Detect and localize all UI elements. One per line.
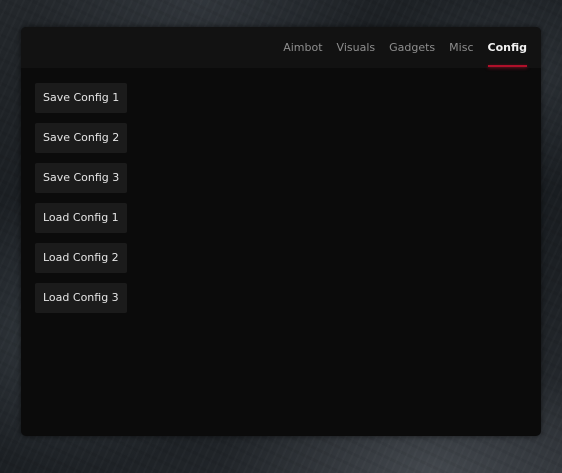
tab-list: Aimbot Visuals Gadgets Misc Config <box>269 27 527 68</box>
tab-config-label: Config <box>487 41 528 54</box>
load-config-3-button[interactable]: Load Config 3 <box>35 283 127 313</box>
save-config-2-wrap: Save Config 2 <box>35 123 128 163</box>
tab-visuals[interactable]: Visuals <box>337 27 376 54</box>
tab-aimbot[interactable]: Aimbot <box>283 27 322 54</box>
active-tab-indicator <box>487 65 527 67</box>
load-config-1-wrap: Load Config 1 <box>35 203 127 243</box>
tab-config[interactable]: Config <box>487 27 528 67</box>
save-config-1-wrap: Save Config 1 <box>35 83 128 123</box>
load-config-3-wrap: Load Config 3 <box>35 283 127 323</box>
load-config-1-button[interactable]: Load Config 1 <box>35 203 127 233</box>
tab-misc[interactable]: Misc <box>449 27 473 54</box>
save-config-1-button[interactable]: Save Config 1 <box>35 83 128 113</box>
save-config-3-wrap: Save Config 3 <box>35 163 128 203</box>
config-panel: Save Config 1 Save Config 2 Save Config … <box>35 83 128 323</box>
tab-gadgets[interactable]: Gadgets <box>389 27 435 54</box>
tab-bar: Aimbot Visuals Gadgets Misc Config <box>21 27 541 68</box>
save-config-2-button[interactable]: Save Config 2 <box>35 123 128 153</box>
save-config-3-button[interactable]: Save Config 3 <box>35 163 128 193</box>
load-config-2-button[interactable]: Load Config 2 <box>35 243 127 273</box>
menu-window: Aimbot Visuals Gadgets Misc Config Save … <box>21 27 541 436</box>
load-config-2-wrap: Load Config 2 <box>35 243 127 283</box>
